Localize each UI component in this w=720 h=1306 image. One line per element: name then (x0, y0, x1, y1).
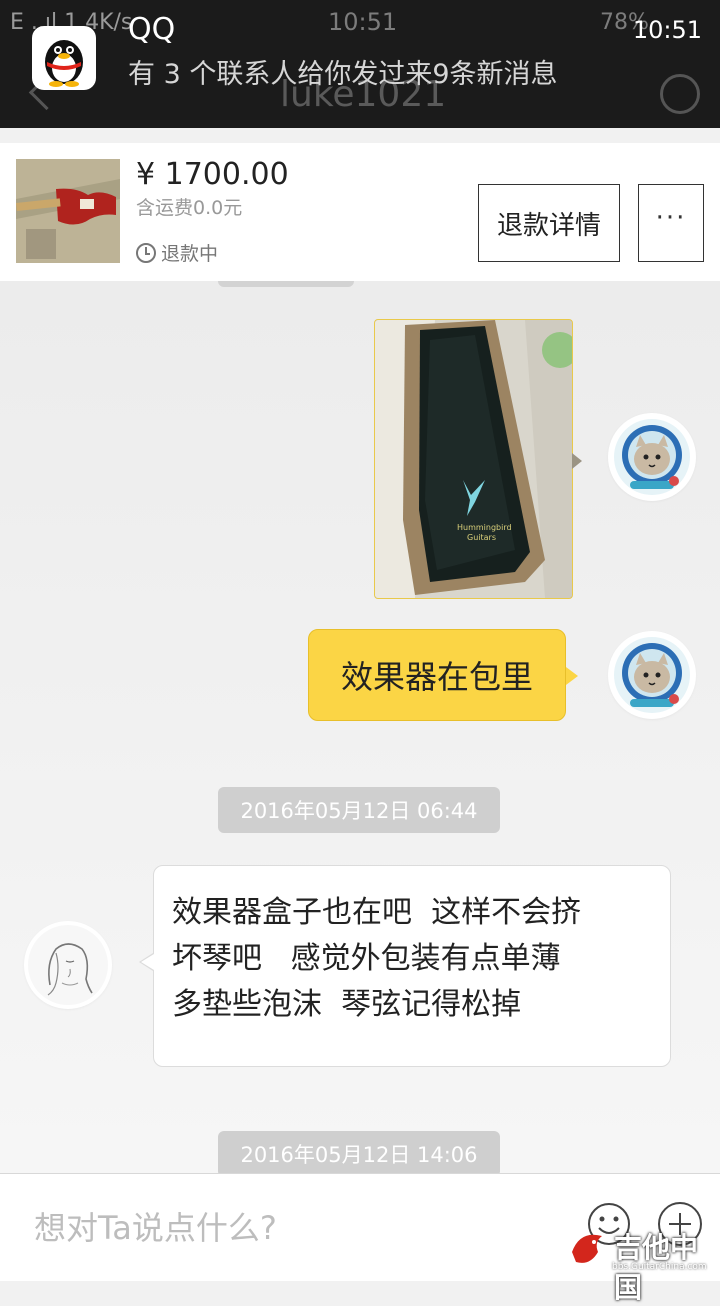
order-card[interactable]: ¥ 1700.00 含运费0.0元 退款中 退款详情 ··· (0, 143, 720, 282)
product-thumbnail[interactable] (16, 159, 120, 263)
photo-brand-line2: Guitars (467, 533, 496, 542)
message-input[interactable] (32, 1204, 556, 1252)
refund-status-label: 退款中 (161, 243, 219, 265)
message-line: 多垫些泡沫 琴弦记得松掉 (172, 987, 522, 1022)
self-avatar[interactable] (610, 633, 694, 717)
qq-penguin-icon (32, 26, 96, 90)
notification-message: 有 3 个联系人给你发过来9条新消息 (128, 59, 558, 90)
timestamp: 2016年05月12日 06:44 (218, 787, 500, 833)
clock-icon (136, 243, 156, 263)
photo-message[interactable]: Hummingbird Guitars (374, 319, 573, 599)
refund-details-button[interactable]: 退款详情 (478, 184, 620, 262)
contact-avatar[interactable] (26, 923, 110, 1007)
more-options-button[interactable]: ··· (638, 184, 704, 262)
notification-overlay[interactable]: E ..ıl 1.4K/s 10:51 78% 10:51 luke1021 Q… (0, 0, 720, 128)
refund-status: 退款中 (136, 239, 218, 266)
shipping-fee: 含运费0.0元 (136, 197, 243, 219)
contact-message-bubble[interactable]: 效果器盒子也在吧 这样不会挤 坏琴吧 感觉外包装有点单薄 多垫些泡沫 琴弦记得松… (153, 865, 671, 1067)
more-dots-icon: ··· (655, 203, 687, 233)
profile-icon[interactable] (660, 74, 700, 114)
status-time: 10:51 (328, 8, 398, 36)
photo-brand-line1: Hummingbird (457, 523, 512, 532)
contact-bubble-tail-fill (141, 954, 154, 970)
notification-time: 10:51 (632, 16, 702, 44)
self-bubble-tail (566, 667, 578, 685)
photo-bubble-tail (572, 453, 582, 469)
chat-messages[interactable]: Hummingbird Guitars 效果器在包里 2016年05月12日 0… (0, 281, 720, 1173)
order-price: ¥ 1700.00 (136, 157, 289, 192)
message-line: 效果器盒子也在吧 这样不会挤 (172, 895, 582, 930)
self-message-bubble[interactable]: 效果器在包里 (308, 629, 566, 721)
timestamp: 2016年05月12日 14:06 (218, 1131, 500, 1173)
notification-app-name: QQ (128, 12, 176, 47)
message-line: 坏琴吧 感觉外包装有点单薄 (172, 941, 561, 976)
watermark-url: bbs.GuitarChina.com (612, 1262, 707, 1272)
timestamp-fragment (218, 281, 354, 287)
self-avatar[interactable] (610, 415, 694, 499)
